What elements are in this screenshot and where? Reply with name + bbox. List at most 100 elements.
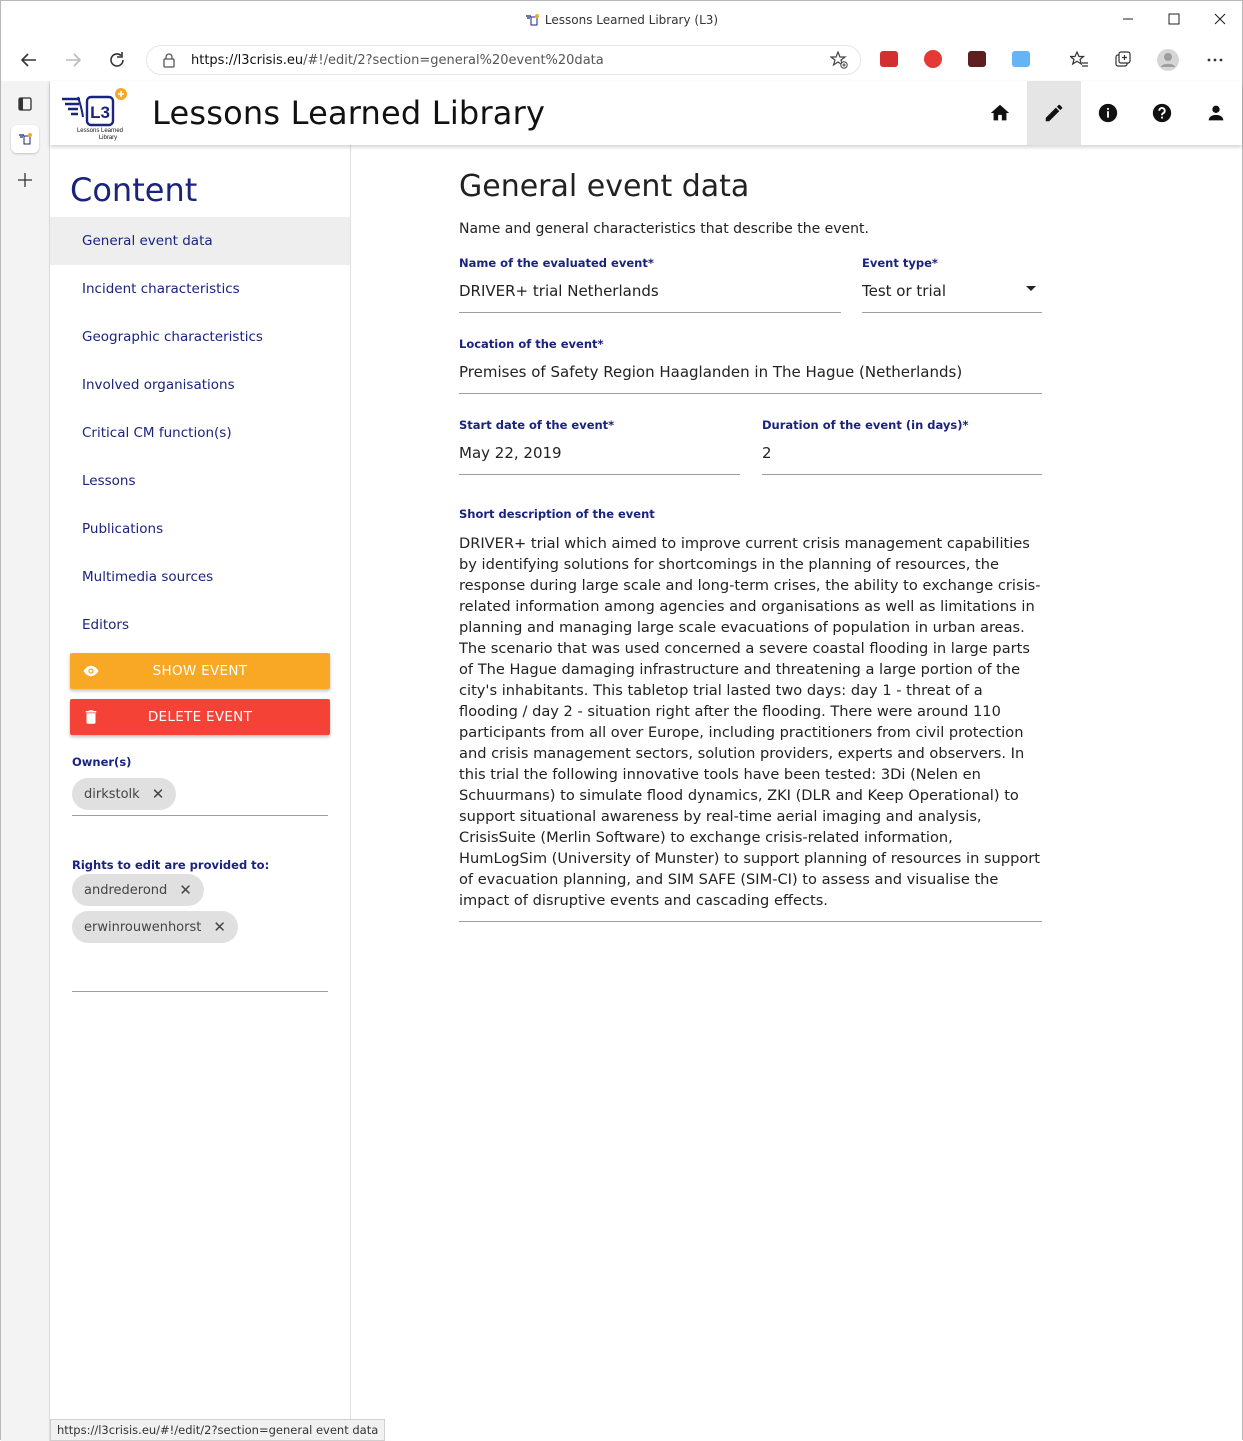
title-bar: Lessons Learned Library (L3) — [1, 1, 1242, 39]
url-text: https://l3crisis.eu/#!/edit/2?section=ge… — [191, 53, 604, 68]
event-name-field: Name of the evaluated event* DRIVER+ tri… — [459, 256, 841, 313]
back-arrow-icon — [20, 53, 36, 67]
event-location-field: Location of the event* Premises of Safet… — [459, 337, 1042, 394]
sidebar-item-lessons[interactable]: Lessons — [50, 457, 350, 505]
remove-editor-icon[interactable]: ✕ — [179, 881, 192, 899]
show-event-label: SHOW EVENT — [152, 663, 248, 679]
nav-account-button[interactable] — [1189, 81, 1243, 145]
book-extension-icon[interactable] — [1012, 51, 1030, 67]
section-menu: General event data Incident characterist… — [50, 217, 350, 649]
l3-logo-icon: L3 Lessons Learned Library — [62, 88, 127, 141]
app-bar: L3 Lessons Learned Library Lessons Learn… — [50, 81, 1242, 145]
profile-avatar-icon — [1157, 49, 1179, 71]
tab-actions-icon — [18, 97, 32, 111]
minimize-button[interactable] — [1105, 5, 1151, 33]
sidebar-item-publications[interactable]: Publications — [50, 505, 350, 553]
browser-toolbar: https://l3crisis.eu/#!/edit/2?section=ge… — [1, 39, 1242, 81]
rights-label: Rights to edit are provided to: — [72, 858, 270, 872]
window-title: Lessons Learned Library (L3) — [1, 13, 1242, 27]
description-label: Short description of the event — [459, 507, 655, 521]
editor-chip: erwinrouwenhorst ✕ — [72, 911, 238, 943]
forward-button[interactable] — [59, 47, 87, 73]
lock-icon — [163, 53, 175, 68]
sidebar-item-incident-characteristics[interactable]: Incident characteristics — [50, 265, 350, 313]
more-menu-button[interactable] — [1201, 47, 1229, 73]
minimize-icon — [1123, 18, 1133, 20]
nav-edit-button[interactable] — [1027, 81, 1081, 145]
editor-chip-label: erwinrouwenhorst — [84, 919, 202, 935]
event-type-select[interactable]: Test or trial — [862, 282, 1042, 313]
remove-owner-icon[interactable]: ✕ — [152, 785, 165, 803]
page-subtitle: Name and general characteristics that de… — [459, 221, 869, 237]
start-date-field: Start date of the event* May 22, 2019 — [459, 418, 740, 475]
event-type-label: Event type* — [862, 256, 938, 270]
collections-button[interactable] — [1109, 47, 1137, 73]
start-date-label: Start date of the event* — [459, 418, 615, 432]
sidebar-item-general-event-data[interactable]: General event data — [50, 217, 350, 265]
show-event-button[interactable]: SHOW EVENT — [70, 653, 330, 689]
nav-help-button[interactable] — [1135, 81, 1189, 145]
back-button[interactable] — [15, 47, 43, 73]
event-name-input[interactable]: DRIVER+ trial Netherlands — [459, 282, 841, 313]
delete-event-button[interactable]: DELETE EVENT — [70, 699, 330, 735]
sidebar-item-geographic-characteristics[interactable]: Geographic characteristics — [50, 313, 350, 361]
new-tab-button[interactable] — [11, 166, 39, 194]
trash-icon — [85, 710, 97, 724]
start-date-input[interactable]: May 22, 2019 — [459, 444, 740, 475]
sidebar-heading: Content — [70, 171, 198, 209]
nav-info-button[interactable] — [1081, 81, 1135, 145]
owners-field-underline[interactable] — [72, 815, 328, 816]
svg-text:Lessons Learned: Lessons Learned — [77, 128, 123, 134]
eye-icon — [83, 665, 99, 677]
sidebar-item-critical-cm-functions[interactable]: Critical CM function(s) — [50, 409, 350, 457]
description-textarea[interactable]: DRIVER+ trial which aimed to improve cur… — [459, 533, 1042, 922]
owners-label: Owner(s) — [72, 755, 132, 769]
event-location-input[interactable]: Premises of Safety Region Haaglanden in … — [459, 363, 1042, 394]
favorite-add-icon[interactable] — [830, 51, 848, 69]
delete-event-label: DELETE EVENT — [147, 709, 253, 725]
favorites-button[interactable] — [1065, 47, 1093, 73]
dropdown-arrow-icon[interactable] — [1026, 286, 1036, 291]
content-sidebar: Content General event data Incident char… — [50, 145, 351, 1441]
event-location-label: Location of the event* — [459, 337, 604, 351]
plus-icon — [18, 173, 32, 187]
favicon-icon — [525, 14, 539, 26]
duration-label: Duration of the event (in days)* — [762, 418, 969, 432]
sidebar-item-multimedia-sources[interactable]: Multimedia sources — [50, 553, 350, 601]
sidebar-item-editors[interactable]: Editors — [50, 601, 350, 649]
reader-extension-icon[interactable] — [968, 51, 986, 67]
browser-window: Lessons Learned Library (L3) https://l3c… — [0, 0, 1243, 1441]
forward-arrow-icon — [66, 53, 82, 67]
owner-chip: dirkstolk ✕ — [72, 778, 177, 810]
account-icon — [1208, 105, 1224, 121]
page-title: General event data — [459, 169, 750, 204]
reload-button[interactable] — [103, 47, 131, 73]
editor-chip: andrederond ✕ — [72, 874, 204, 906]
reload-icon — [110, 52, 124, 67]
svg-text:Library: Library — [99, 135, 117, 141]
editors-field-underline[interactable] — [72, 991, 328, 992]
lastpass-extension-icon[interactable] — [880, 51, 898, 67]
address-bar[interactable]: https://l3crisis.eu/#!/edit/2?section=ge… — [146, 45, 861, 75]
collections-icon — [1115, 51, 1131, 67]
description-field: Short description of the event DRIVER+ t… — [459, 507, 1042, 922]
maximize-button[interactable] — [1151, 5, 1197, 33]
home-icon — [990, 104, 1010, 121]
tab-actions-button[interactable] — [11, 90, 39, 118]
status-bar-url: https://l3crisis.eu/#!/edit/2?section=ge… — [50, 1419, 386, 1441]
duration-field: Duration of the event (in days)* 2 — [762, 418, 1042, 475]
tab-lessons-learned-library[interactable] — [11, 125, 39, 153]
duration-input[interactable]: 2 — [762, 444, 1042, 475]
help-icon — [1152, 103, 1172, 123]
profile-button[interactable] — [1154, 47, 1182, 73]
owner-chip-label: dirkstolk — [84, 786, 140, 802]
close-window-button[interactable] — [1197, 5, 1243, 33]
sidebar-item-involved-organisations[interactable]: Involved organisations — [50, 361, 350, 409]
l3-logo[interactable]: L3 Lessons Learned Library — [58, 85, 130, 141]
favorites-icon — [1070, 51, 1088, 67]
svg-text:L3: L3 — [90, 103, 110, 122]
edit-icon — [1045, 104, 1063, 122]
adblock-extension-icon[interactable] — [924, 50, 942, 68]
nav-home-button[interactable] — [973, 81, 1027, 145]
remove-editor-icon[interactable]: ✕ — [213, 918, 226, 936]
